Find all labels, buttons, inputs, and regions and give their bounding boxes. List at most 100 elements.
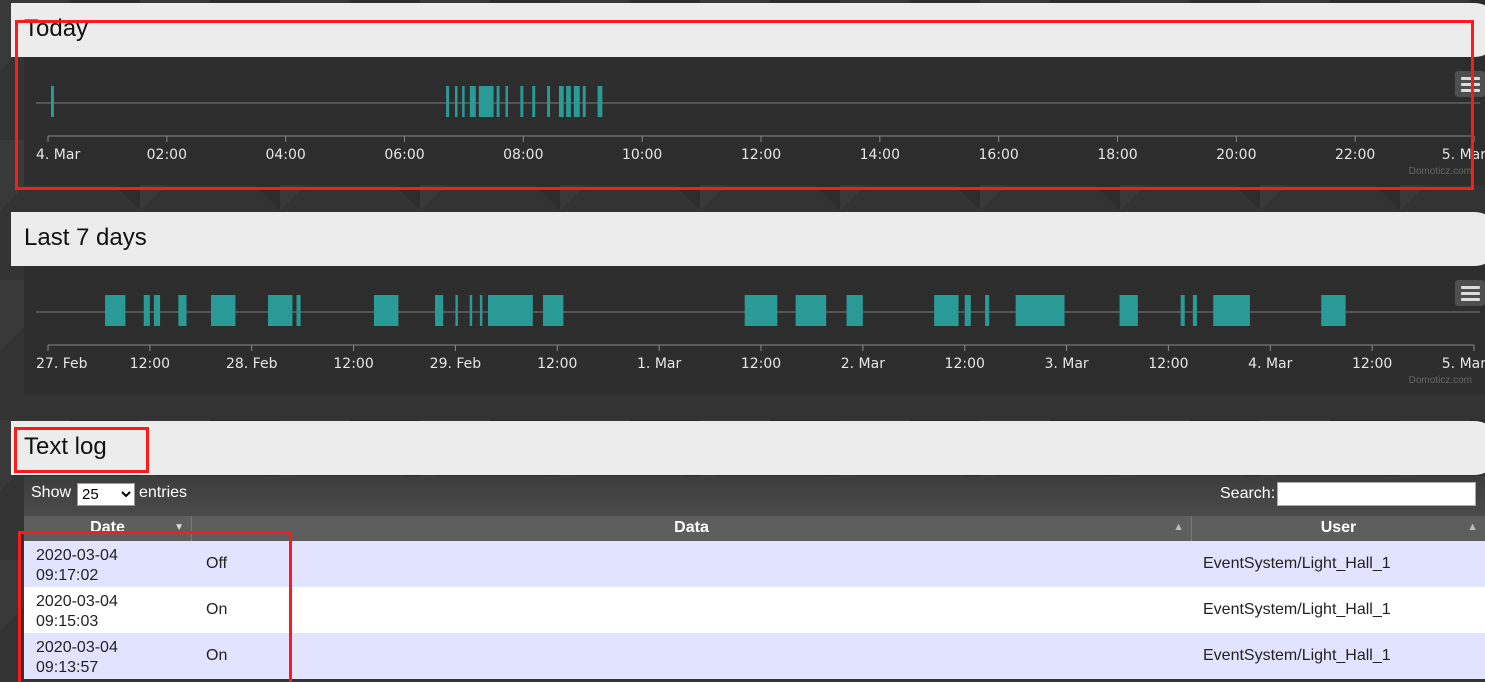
textlog-title: Text log — [24, 433, 107, 460]
row-user: EventSystem/Light_Hall_1 — [1203, 601, 1391, 618]
x-axis-tick-label: 12:00 — [1352, 356, 1392, 372]
row-data: Off — [206, 555, 228, 572]
table-row[interactable]: 2020-03-04 09:15:03 On EventSystem/Light… — [24, 587, 1485, 633]
today-chart-svg: 4. Mar 02:00 04:00 06:00 08:00 10:00 12:00 14:0… — [36, 86, 1485, 163]
on-interval-bar[interactable] — [505, 86, 509, 117]
on-interval-bar[interactable] — [795, 295, 827, 326]
column-header-user[interactable]: User ▲ — [1192, 516, 1485, 541]
today-title: Today — [24, 15, 89, 42]
row-data: On — [206, 601, 228, 618]
on-interval-bar[interactable] — [558, 86, 564, 117]
x-axis-tick-label: 4. Mar — [36, 147, 80, 163]
on-interval-bar[interactable] — [469, 295, 473, 326]
x-axis-tick-label: 12:00 — [537, 356, 577, 372]
x-axis-tick-label: 1. Mar — [637, 356, 681, 372]
on-interval-bar[interactable] — [573, 86, 580, 117]
on-interval-bar[interactable] — [532, 86, 536, 117]
on-interval-bar[interactable] — [455, 295, 458, 326]
page-size-select[interactable]: 25 — [77, 483, 135, 506]
on-interval-bar[interactable] — [105, 295, 126, 326]
x-axis-tick-label: 5. Mar — [1442, 147, 1485, 163]
week-chart-menu-button[interactable] — [1455, 280, 1485, 306]
x-axis-tick-label: 27. Feb — [36, 356, 88, 372]
today-chart-menu-button[interactable] — [1455, 71, 1485, 97]
on-interval-bar[interactable] — [488, 295, 533, 326]
on-interval-bar[interactable] — [1192, 295, 1197, 326]
sort-desc-icon: ▼ — [174, 522, 184, 533]
on-interval-bar[interactable] — [1213, 295, 1250, 326]
week-header: Last 7 days — [11, 212, 1485, 266]
table-toolbar: Show 25 entries Search: — [24, 476, 1485, 516]
week-title: Last 7 days — [24, 224, 147, 251]
on-interval-bar[interactable] — [479, 295, 483, 326]
on-interval-bar[interactable] — [268, 295, 293, 326]
x-axis-tick-label: 08:00 — [503, 147, 543, 163]
x-axis-tick-label: 12:00 — [741, 356, 781, 372]
entries-label: entries — [139, 484, 188, 501]
on-interval-bar[interactable] — [469, 86, 476, 117]
on-interval-bar[interactable] — [1119, 295, 1138, 326]
x-axis-tick-label: 04:00 — [265, 147, 305, 163]
on-interval-bar[interactable] — [153, 295, 161, 326]
on-interval-bar[interactable] — [582, 86, 586, 117]
row-user: EventSystem/Light_Hall_1 — [1203, 647, 1391, 664]
on-interval-bar[interactable] — [566, 86, 571, 117]
x-axis-tick-label: 4. Mar — [1248, 356, 1292, 372]
x-axis-tick-label: 12:00 — [333, 356, 373, 372]
on-interval-bar[interactable] — [597, 86, 603, 117]
row-date: 2020-03-04 09:17:02 — [36, 547, 118, 584]
x-axis-tick-label: 14:00 — [860, 147, 900, 163]
x-axis-tick-label: 28. Feb — [226, 356, 278, 372]
on-interval-bar[interactable] — [1180, 295, 1185, 326]
on-interval-bar[interactable] — [446, 86, 450, 117]
on-interval-bar[interactable] — [1015, 295, 1065, 326]
on-interval-bar[interactable] — [1321, 295, 1346, 326]
on-interval-bar[interactable] — [455, 86, 458, 117]
x-axis-tick-label: 5. Mar — [1442, 356, 1485, 372]
x-axis-tick-label: 12:00 — [130, 356, 170, 372]
x-axis-tick-label: 2. Mar — [841, 356, 885, 372]
row-user: EventSystem/Light_Hall_1 — [1203, 555, 1391, 572]
x-axis-tick-label: 16:00 — [978, 147, 1018, 163]
today-chart: 4. Mar 02:00 04:00 06:00 08:00 10:00 12:00 14:0… — [24, 57, 1485, 185]
column-header-date[interactable]: Date ▼ — [24, 516, 192, 541]
search-label: Search: — [1220, 485, 1276, 502]
on-interval-bar[interactable] — [964, 295, 971, 326]
column-header-data[interactable]: Data ▲ — [192, 516, 1192, 541]
on-interval-bar[interactable] — [985, 295, 990, 326]
x-axis-tick-label: 10:00 — [622, 147, 662, 163]
on-interval-bar[interactable] — [178, 295, 187, 326]
on-interval-bar[interactable] — [210, 295, 236, 326]
x-axis-tick-label: 20:00 — [1216, 147, 1256, 163]
x-axis-tick-label: 18:00 — [1097, 147, 1137, 163]
on-interval-bar[interactable] — [143, 295, 150, 326]
on-interval-bar[interactable] — [547, 86, 551, 117]
x-axis-tick-label: 02:00 — [147, 147, 187, 163]
week-chart-credit[interactable]: Domoticz.com — [1409, 375, 1472, 386]
on-interval-bar[interactable] — [934, 295, 959, 326]
on-interval-bar[interactable] — [435, 295, 444, 326]
today-header: Today — [11, 3, 1485, 57]
on-interval-bar[interactable] — [520, 86, 524, 117]
x-axis-tick-label: 06:00 — [384, 147, 424, 163]
x-axis-tick-label: 29. Feb — [430, 356, 482, 372]
table-row[interactable]: 2020-03-04 09:17:02 Off EventSystem/Ligh… — [24, 541, 1485, 587]
on-interval-bar[interactable] — [496, 86, 500, 117]
row-data: On — [206, 647, 228, 664]
week-chart-svg: 27. Feb 12:00 28. Feb 12:00 29. Feb 12:00 1. M… — [36, 295, 1485, 372]
on-interval-bar[interactable] — [462, 86, 465, 117]
week-chart: 27. Feb 12:00 28. Feb 12:00 29. Feb 12:00 1. M… — [24, 266, 1485, 394]
x-axis-tick-label: 3. Mar — [1044, 356, 1088, 372]
on-interval-bar[interactable] — [296, 295, 301, 326]
table-row[interactable]: 2020-03-04 09:13:57 On EventSystem/Light… — [24, 633, 1485, 679]
table-header: Date ▼ Data ▲ User ▲ — [24, 516, 1485, 541]
on-interval-bar[interactable] — [846, 295, 863, 326]
on-interval-bar[interactable] — [543, 295, 564, 326]
on-interval-bar[interactable] — [744, 295, 778, 326]
search-input[interactable] — [1277, 482, 1476, 506]
textlog-table: Show 25 entries Search: Date ▼ Data ▲ User… — [24, 476, 1485, 682]
on-interval-bar[interactable] — [50, 86, 54, 117]
on-interval-bar[interactable] — [373, 295, 399, 326]
today-chart-credit[interactable]: Domoticz.com — [1409, 166, 1472, 177]
on-interval-bar[interactable] — [478, 86, 494, 117]
